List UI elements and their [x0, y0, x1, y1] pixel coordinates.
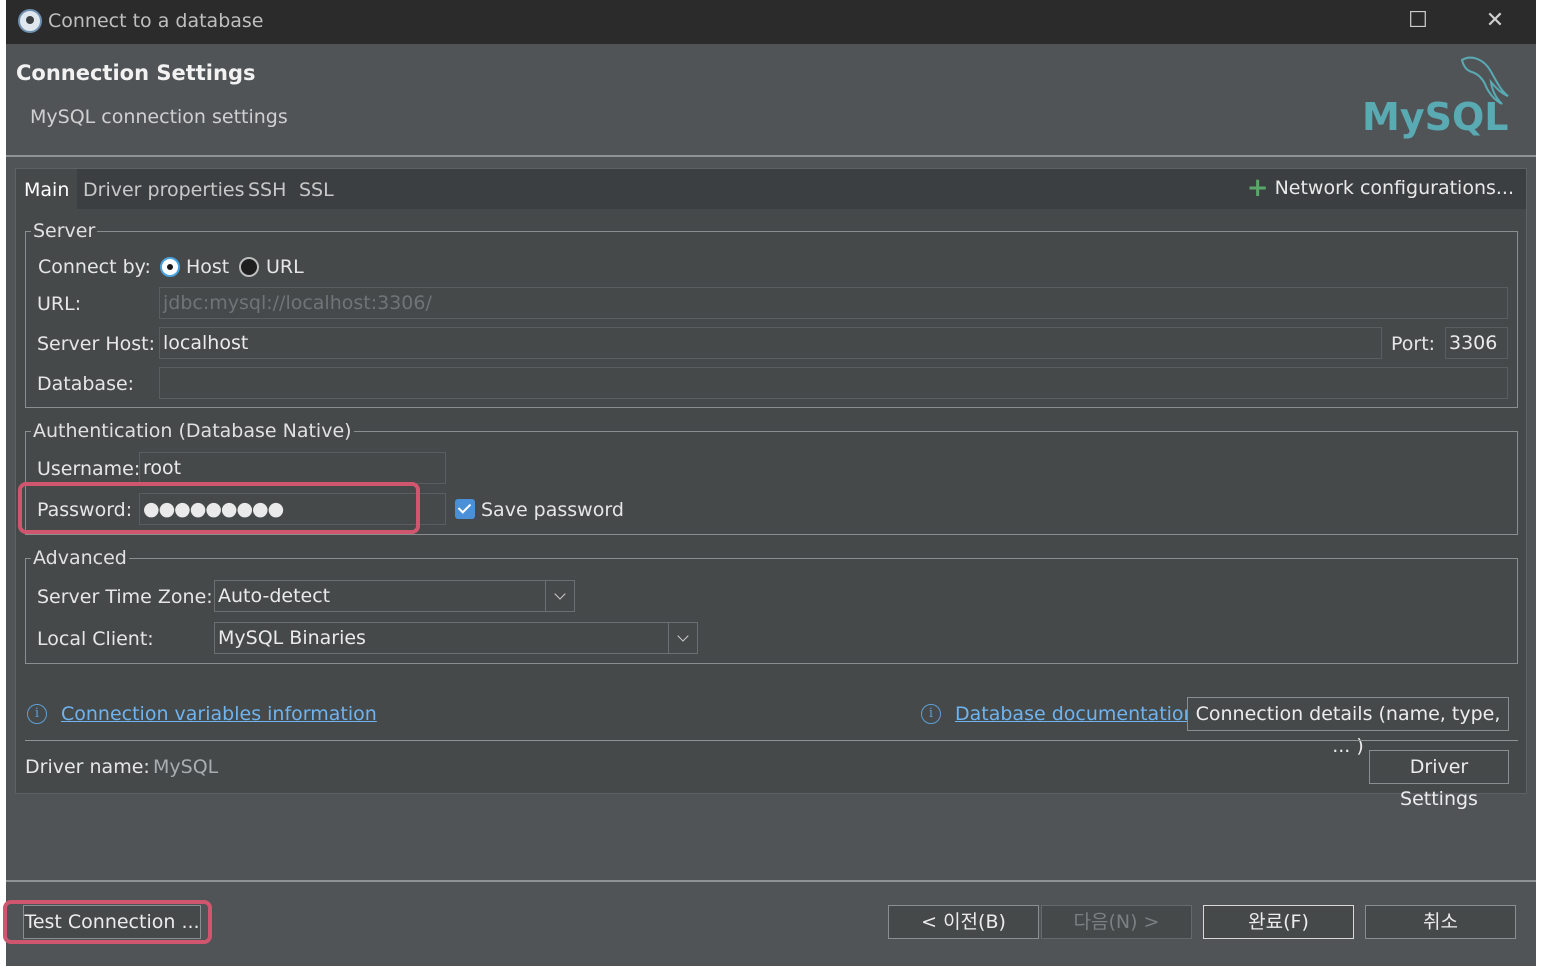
save-password-checkbox[interactable]	[455, 499, 475, 519]
driver-settings-button[interactable]: Driver Settings	[1369, 750, 1509, 810]
dbeaver-app-icon	[18, 9, 42, 33]
server-group: Server Connect by: Host URL URL: jdbc:my…	[25, 220, 1518, 408]
chevron-down-icon[interactable]	[668, 623, 697, 653]
test-connection-highlight-box	[3, 900, 212, 944]
server-legend: Server	[31, 220, 98, 242]
title-bar: Connect to a database ☐ ✕	[6, 0, 1536, 44]
url-input[interactable]: jdbc:mysql://localhost:3306/	[159, 287, 1508, 319]
cancel-button[interactable]: 취소	[1365, 905, 1516, 939]
header-divider	[6, 155, 1536, 157]
connection-details-button[interactable]: Connection details (name, type, ... )	[1187, 697, 1509, 757]
close-icon[interactable]: ✕	[1475, 6, 1515, 36]
info-icon: i	[921, 704, 941, 724]
host-radio[interactable]	[160, 257, 180, 277]
server-time-zone-label: Server Time Zone:	[37, 586, 213, 608]
tab-main[interactable]: Main	[16, 169, 78, 209]
database-input[interactable]	[159, 367, 1508, 399]
server-host-label: Server Host:	[37, 333, 156, 355]
network-configurations-button[interactable]: + Network configurations...	[1247, 173, 1514, 203]
connect-by-label: Connect by:	[38, 256, 151, 278]
tab-driver-properties[interactable]: Driver properties	[83, 169, 244, 209]
authentication-legend: Authentication (Database Native)	[31, 420, 354, 442]
server-time-zone-value: Auto-detect	[218, 585, 331, 607]
port-input[interactable]: 3306	[1445, 327, 1508, 359]
mysql-logo-icon: MySQL	[1362, 56, 1509, 139]
database-documentation-link[interactable]: Database documentation	[955, 703, 1196, 725]
host-radio-label[interactable]: Host	[186, 256, 229, 278]
password-highlight-box	[18, 482, 420, 534]
driver-name-value: MySQL	[153, 756, 219, 778]
tab-ssl[interactable]: SSL	[299, 169, 334, 209]
next-button[interactable]: 다음(N) >	[1041, 905, 1192, 939]
back-button[interactable]: < 이전(B)	[888, 905, 1039, 939]
connection-variables-link[interactable]: Connection variables information	[61, 703, 377, 725]
local-client-value: MySQL Binaries	[218, 627, 366, 649]
port-label: Port:	[1391, 333, 1436, 355]
server-time-zone-select[interactable]: Auto-detect	[214, 580, 575, 612]
driver-name-label: Driver name:	[25, 756, 150, 778]
maximize-icon[interactable]: ☐	[1398, 6, 1438, 36]
tab-ssh[interactable]: SSH	[248, 169, 286, 209]
username-input[interactable]: root	[139, 452, 446, 484]
local-client-label: Local Client:	[37, 628, 154, 650]
mysql-logo-my: MySQL	[1362, 95, 1508, 139]
network-configurations-label: Network configurations...	[1274, 177, 1514, 199]
page-title: Connection Settings	[16, 61, 256, 85]
tab-bar: Main Driver properties SSH SSL + Network …	[16, 169, 1526, 209]
username-label: Username:	[37, 458, 141, 480]
url-radio[interactable]	[239, 257, 259, 277]
chevron-down-icon[interactable]	[545, 581, 574, 611]
window-title: Connect to a database	[48, 10, 264, 32]
finish-button[interactable]: 완료(F)	[1203, 905, 1354, 939]
panel-divider	[25, 740, 1518, 741]
url-radio-label[interactable]: URL	[266, 256, 304, 278]
advanced-legend: Advanced	[31, 547, 129, 569]
url-label: URL:	[37, 293, 82, 315]
tab-panel: Main Driver properties SSH SSL + Network …	[15, 168, 1527, 810]
plus-icon: +	[1246, 173, 1269, 203]
server-host-input[interactable]: localhost	[159, 327, 1382, 359]
local-client-select[interactable]: MySQL Binaries	[214, 622, 698, 654]
save-password-label[interactable]: Save password	[481, 499, 624, 521]
info-icon: i	[27, 704, 47, 724]
footer-divider	[6, 880, 1536, 882]
database-label: Database:	[37, 373, 135, 395]
advanced-group: Advanced Server Time Zone: Auto-detect L…	[25, 547, 1518, 664]
page-subtitle: MySQL connection settings	[30, 106, 288, 128]
